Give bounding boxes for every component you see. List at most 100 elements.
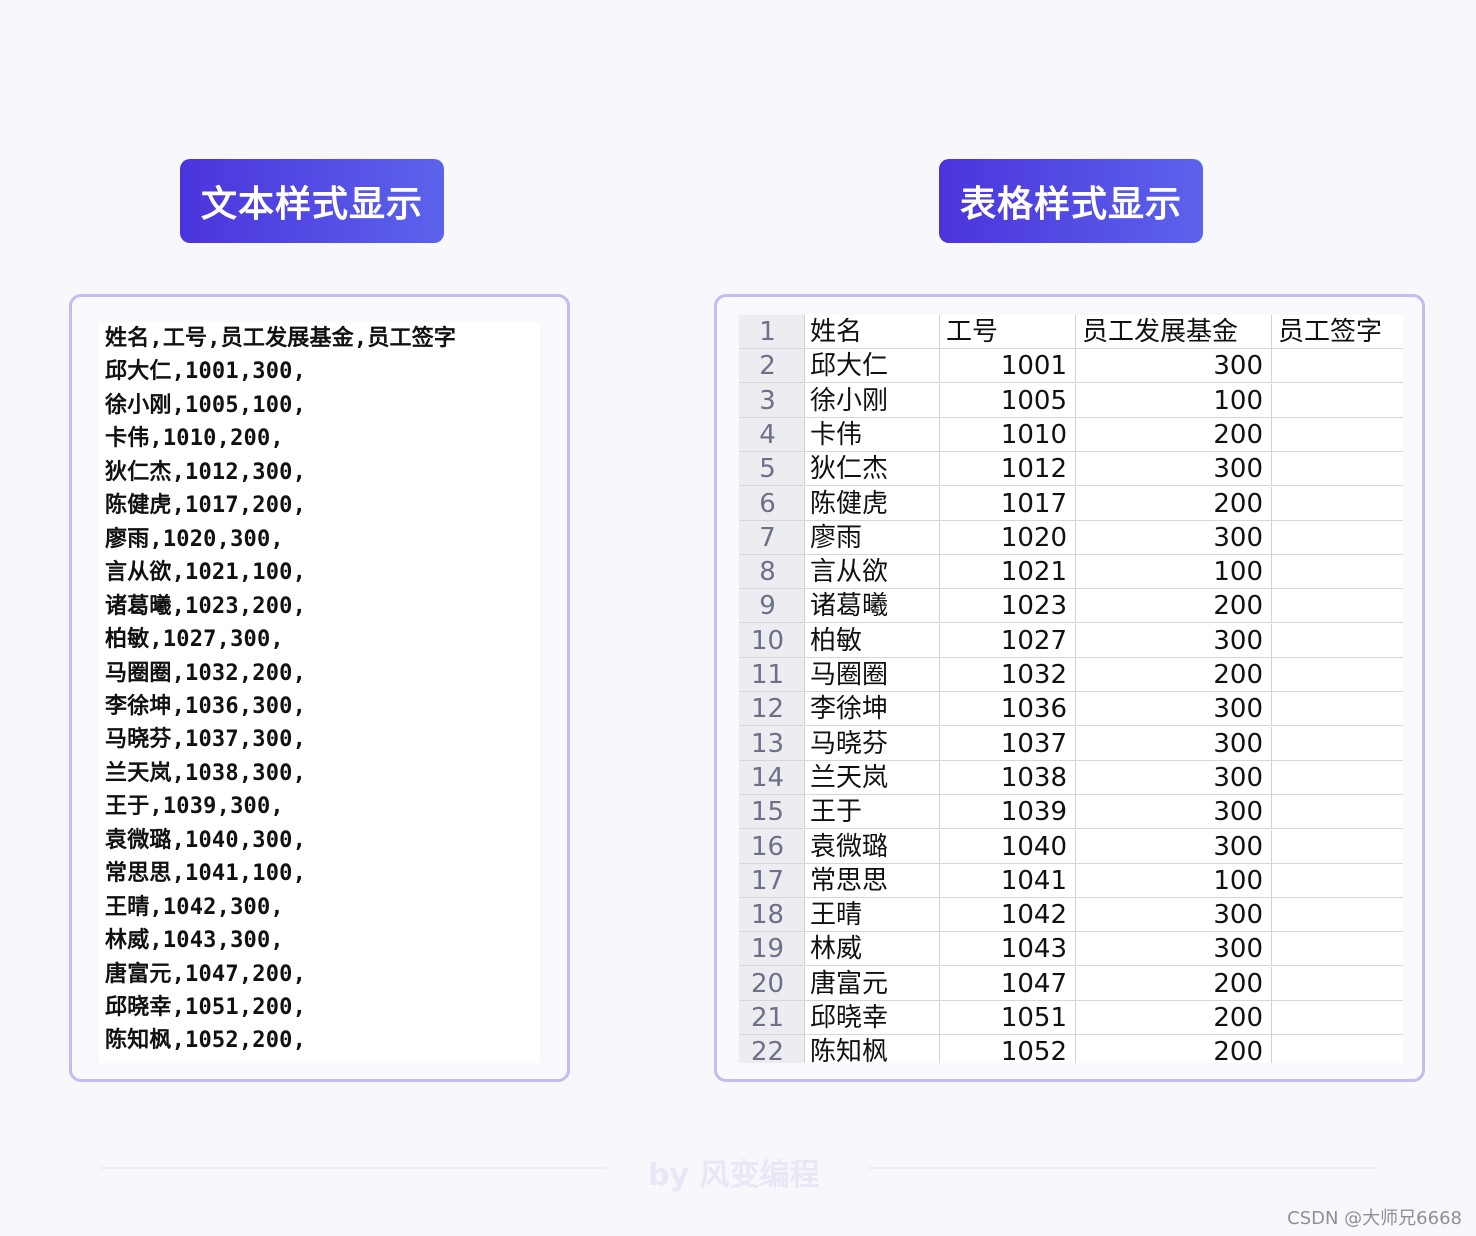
table-row: 15 王于 1039 300 <box>739 795 1403 830</box>
employee-id-cell: 1023 <box>940 589 1076 624</box>
table-header-row: 1 姓名 工号 员工发展基金 员工签字 <box>739 315 1403 349</box>
table-row: 8 言从欲 1021 100 <box>739 555 1403 590</box>
row-number-cell: 10 <box>739 623 805 658</box>
fund-cell: 300 <box>1076 726 1272 761</box>
fund-cell: 300 <box>1076 898 1272 933</box>
csv-text-line: 常思思,1041,100, <box>105 861 307 887</box>
name-cell: 廖雨 <box>805 520 940 555</box>
employee-id-cell: 1039 <box>940 795 1076 830</box>
row-number-cell: 20 <box>739 966 805 1001</box>
employee-id-cell: 工号 <box>940 315 1076 349</box>
employee-id-cell: 1036 <box>940 692 1076 727</box>
fund-cell: 300 <box>1076 349 1272 384</box>
table-row: 21 邱晓幸 1051 200 <box>739 1001 1403 1035</box>
employee-id-cell: 1020 <box>940 520 1076 555</box>
fund-cell: 300 <box>1076 692 1272 727</box>
name-cell: 诸葛曦 <box>805 589 940 624</box>
fund-cell: 100 <box>1076 555 1272 590</box>
row-number-cell: 17 <box>739 863 805 898</box>
employee-id-cell: 1042 <box>940 898 1076 933</box>
csv-text-line: 柏敏,1027,300, <box>105 627 284 653</box>
csv-text-line: 卡伟,1010,200, <box>105 426 284 452</box>
name-cell: 徐小刚 <box>805 383 940 418</box>
table-row: 10 柏敏 1027 300 <box>739 623 1403 658</box>
employee-id-cell: 1005 <box>940 383 1076 418</box>
fund-cell: 300 <box>1076 623 1272 658</box>
employee-id-cell: 1043 <box>940 932 1076 967</box>
row-number-cell: 14 <box>739 760 805 795</box>
csv-text-line: 马晓芬,1037,300, <box>105 727 307 753</box>
table-row: 5 狄仁杰 1012 300 <box>739 452 1403 487</box>
table-row: 14 兰天岚 1038 300 <box>739 760 1403 795</box>
employee-id-cell: 1051 <box>940 1001 1076 1035</box>
row-number-cell: 18 <box>739 898 805 933</box>
name-cell: 袁微璐 <box>805 829 940 864</box>
csv-text-line: 陈知枫,1052,200, <box>105 1028 307 1054</box>
row-number-cell: 13 <box>739 726 805 761</box>
table-view-badge: 表格样式显示 <box>939 159 1203 243</box>
fund-cell: 200 <box>1076 589 1272 624</box>
signature-cell <box>1272 349 1403 383</box>
name-cell: 马圈圈 <box>805 658 940 692</box>
fund-cell: 300 <box>1076 520 1272 555</box>
fund-cell: 200 <box>1076 658 1272 692</box>
name-cell: 李徐坤 <box>805 692 940 727</box>
name-cell: 言从欲 <box>805 555 940 590</box>
csv-text-sheet: 姓名,工号,员工发展基金,员工签字 邱大仁,1001,300, 徐小刚,1005,1… <box>99 322 540 1063</box>
table-row: 17 常思思 1041 100 <box>739 863 1403 898</box>
signature-cell <box>1272 658 1403 692</box>
signature-cell <box>1272 967 1403 1001</box>
employee-id-cell: 1010 <box>940 417 1076 452</box>
csv-text-line: 王于,1039,300, <box>105 794 284 820</box>
fund-cell: 300 <box>1076 829 1272 864</box>
csv-text-line: 李徐坤,1036,300, <box>105 693 307 719</box>
name-cell: 王晴 <box>805 898 940 933</box>
signature-cell <box>1272 1035 1403 1063</box>
row-number-cell: 16 <box>739 829 805 864</box>
signature-cell <box>1272 624 1403 658</box>
signature-cell <box>1272 418 1403 452</box>
csv-text-line: 马圈圈,1032,200, <box>105 660 307 686</box>
row-number-cell: 6 <box>739 486 805 521</box>
table-row: 12 李徐坤 1036 300 <box>739 692 1403 727</box>
table-row: 4 卡伟 1010 200 <box>739 417 1403 452</box>
fund-cell: 300 <box>1076 452 1272 487</box>
fund-cell: 100 <box>1076 383 1272 418</box>
name-cell: 邱大仁 <box>805 349 940 384</box>
table-row: 11 马圈圈 1032 200 <box>739 658 1403 692</box>
table-row: 2 邱大仁 1001 300 <box>739 349 1403 384</box>
signature-cell <box>1272 384 1403 418</box>
signature-cell <box>1272 452 1403 486</box>
csv-text-line: 邱晓幸,1051,200, <box>105 995 307 1020</box>
csv-text-line: 狄仁杰,1012,300, <box>105 459 307 485</box>
footer-divider-left <box>100 1167 606 1169</box>
table-row: 3 徐小刚 1005 100 <box>739 383 1403 418</box>
table-row: 9 诸葛曦 1023 200 <box>739 589 1403 624</box>
row-number-cell: 12 <box>739 692 805 727</box>
name-cell: 狄仁杰 <box>805 452 940 487</box>
row-number-cell: 2 <box>739 349 805 384</box>
spreadsheet-grid: 1 姓名 工号 员工发展基金 员工签字 2 邱大仁 1001 300 3 徐小刚 1005 100 4 卡伟… <box>739 315 1403 1063</box>
table-row: 16 袁微璐 1040 300 <box>739 829 1403 864</box>
signature-cell <box>1272 1001 1403 1035</box>
fund-cell: 员工发展基金 <box>1076 315 1272 349</box>
employee-id-cell: 1032 <box>940 658 1076 692</box>
fund-cell: 300 <box>1076 795 1272 830</box>
csv-text-line: 袁微璐,1040,300, <box>105 827 307 853</box>
row-number-cell: 22 <box>739 1035 805 1063</box>
name-cell: 马晓芬 <box>805 726 940 761</box>
csv-text-line: 诸葛曦,1023,200, <box>105 593 307 619</box>
fund-cell: 100 <box>1076 863 1272 898</box>
table-row: 20 唐富元 1047 200 <box>739 966 1403 1001</box>
table-row: 18 王晴 1042 300 <box>739 898 1403 933</box>
employee-id-cell: 1027 <box>940 623 1076 658</box>
row-number-cell: 8 <box>739 555 805 590</box>
employee-id-cell: 1041 <box>940 863 1076 898</box>
fund-cell: 300 <box>1076 932 1272 967</box>
signature-cell <box>1272 521 1403 555</box>
table-row: 13 马晓芬 1037 300 <box>739 726 1403 761</box>
table-row: 6 陈健虎 1017 200 <box>739 486 1403 521</box>
csv-text-line: 邱大仁,1001,300, <box>105 359 307 385</box>
signature-cell <box>1272 589 1403 623</box>
table-row: 22 陈知枫 1052 200 <box>739 1035 1403 1063</box>
